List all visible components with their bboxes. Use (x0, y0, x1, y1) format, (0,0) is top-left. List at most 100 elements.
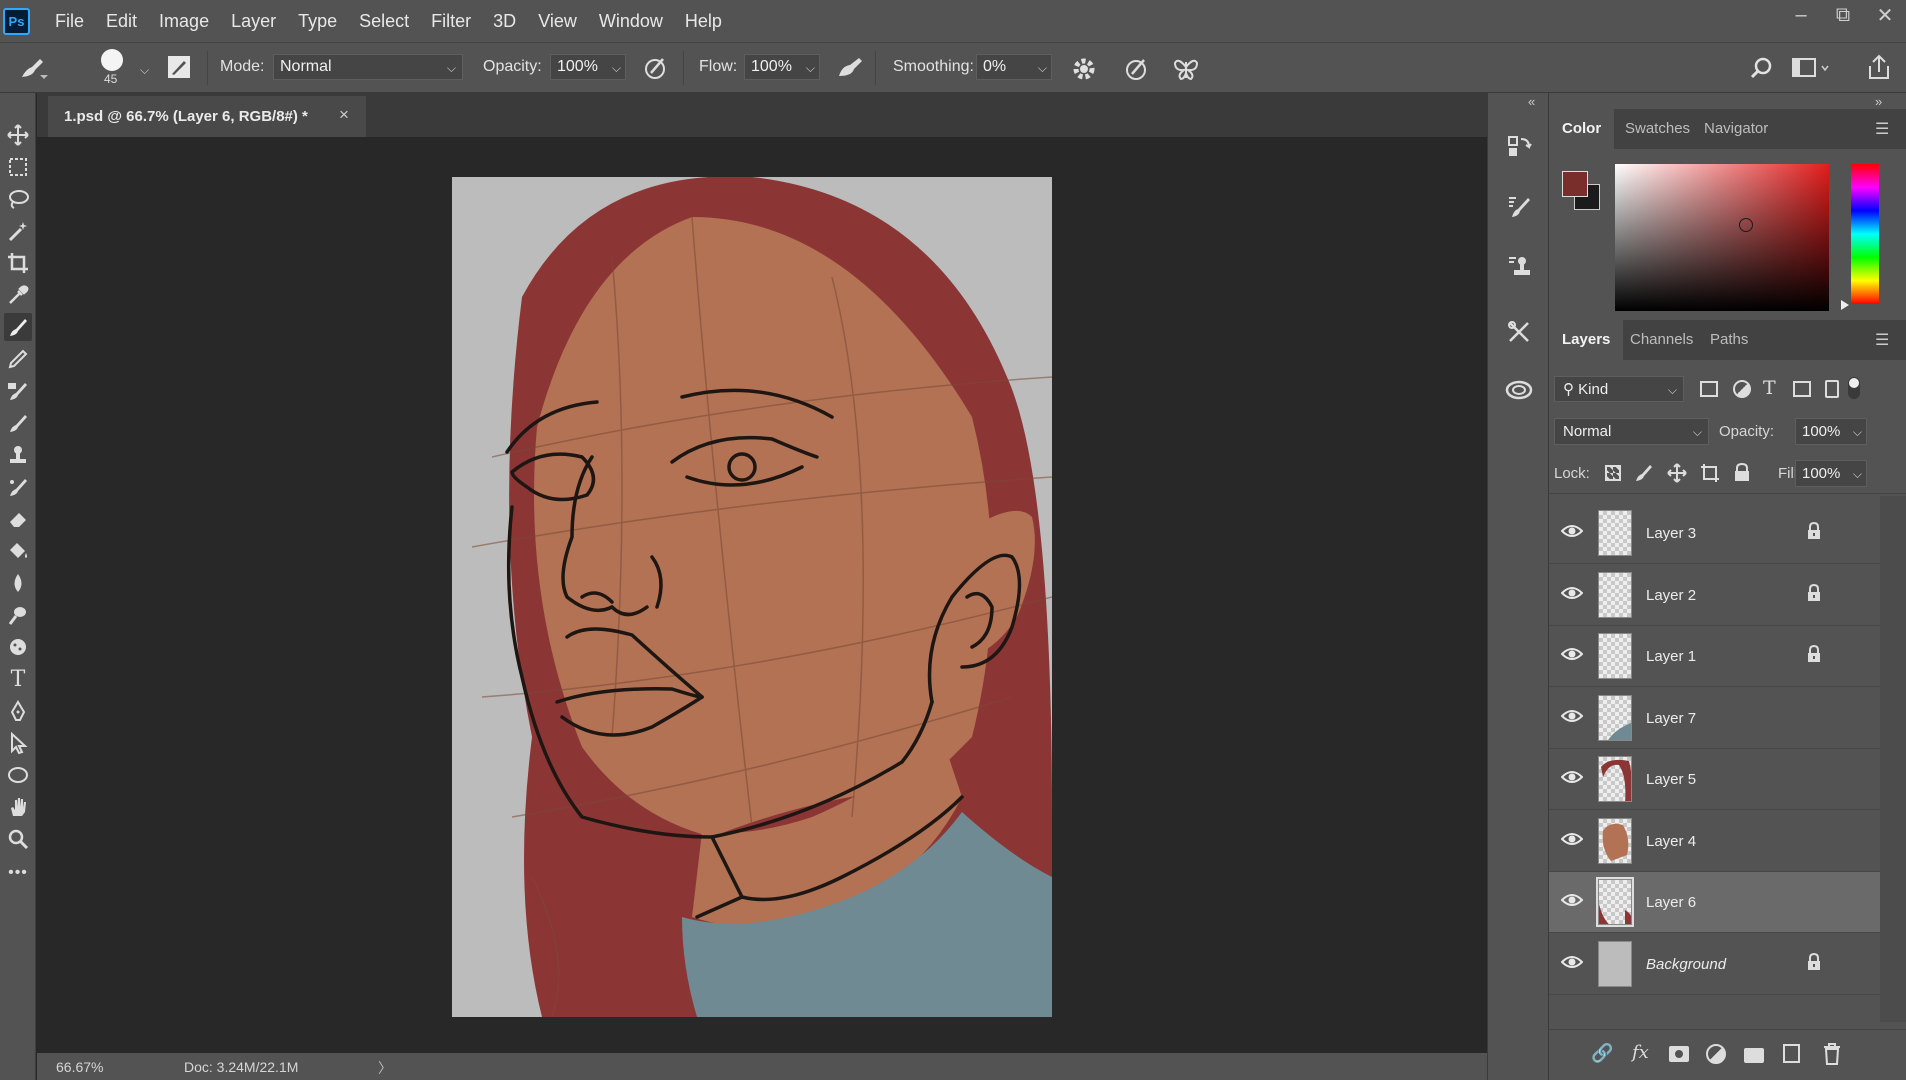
new-adjustment-layer-icon[interactable] (1706, 1044, 1726, 1064)
lock-icon[interactable] (1806, 521, 1822, 545)
history-panel-icon[interactable] (1502, 129, 1536, 163)
close-window-button[interactable]: ✕ (1864, 0, 1906, 30)
link-layers-icon[interactable]: 🔗 (1591, 1043, 1613, 1064)
hue-slider[interactable] (1851, 164, 1879, 304)
layer-row[interactable]: Layer 4 (1549, 811, 1880, 872)
flow-input[interactable]: 100% ⌵ (744, 54, 820, 80)
layer-name[interactable]: Layer 4 (1646, 833, 1696, 850)
filter-smart-object-icon[interactable] (1825, 380, 1839, 398)
menu-select[interactable]: Select (348, 0, 420, 42)
layer-thumbnail[interactable] (1598, 756, 1632, 802)
layer-name[interactable]: Layer 2 (1646, 587, 1696, 604)
move-tool-icon[interactable] (4, 121, 32, 149)
menu-help[interactable]: Help (674, 0, 733, 42)
eyedropper-tool-icon[interactable] (4, 281, 32, 309)
layer-opacity-input[interactable]: 100% ⌵ (1795, 418, 1867, 445)
brush-tool-preset-icon[interactable] (18, 55, 48, 86)
status-menu-arrow-icon[interactable]: 〉 (378, 1058, 392, 1078)
pressure-size-icon[interactable] (1124, 56, 1150, 87)
pen-tool-icon[interactable] (4, 697, 32, 725)
zoom-level[interactable]: 66.67% (56, 1059, 103, 1075)
brush-picker-chevron-icon[interactable]: ⌵ (140, 63, 149, 78)
layer-name[interactable]: Layer 1 (1646, 648, 1696, 665)
tool-presets-panel-icon[interactable] (1502, 315, 1536, 349)
layer-thumbnail[interactable] (1598, 817, 1632, 864)
smoothing-input[interactable]: 0% ⌵ (976, 54, 1052, 80)
tab-color[interactable]: Color (1549, 109, 1615, 149)
layer-thumbnail[interactable] (1598, 510, 1632, 556)
delete-layer-trash-icon[interactable] (1823, 1043, 1841, 1070)
brush-settings-toggle-icon[interactable] (168, 56, 190, 78)
eraser-tool-icon[interactable] (4, 505, 32, 533)
layer-row[interactable]: Layer 7 (1549, 688, 1880, 749)
collapse-panels-icon[interactable]: « (1528, 94, 1535, 109)
lock-pixels-icon[interactable] (1634, 463, 1654, 488)
lock-all-icon[interactable] (1733, 462, 1751, 487)
expand-panels-icon[interactable]: » (1875, 94, 1882, 109)
new-layer-icon[interactable] (1783, 1044, 1800, 1063)
visibility-eye-icon[interactable] (1560, 523, 1584, 544)
lock-icon[interactable] (1806, 644, 1822, 668)
menu-type[interactable]: Type (287, 0, 348, 42)
lock-position-icon[interactable] (1667, 463, 1687, 488)
lasso-tool-icon[interactable] (4, 185, 32, 213)
panel-menu-icon[interactable]: ☰ (1875, 119, 1889, 139)
hue-slider-handle-icon[interactable] (1841, 300, 1849, 310)
add-mask-icon[interactable] (1669, 1046, 1689, 1062)
visibility-eye-icon[interactable] (1560, 831, 1584, 852)
brush-settings-panel-icon[interactable] (1502, 189, 1536, 223)
path-selection-tool-icon[interactable] (4, 729, 32, 757)
layer-row[interactable]: Layer 5 (1549, 749, 1880, 810)
brush-tool-icon[interactable] (4, 313, 32, 341)
lock-artboard-icon[interactable] (1700, 463, 1720, 488)
visibility-eye-icon[interactable] (1560, 708, 1584, 729)
dodge-tool-icon[interactable] (4, 601, 32, 629)
airbrush-icon[interactable] (836, 56, 864, 85)
painting-canvas[interactable] (452, 177, 1052, 1017)
tab-channels[interactable]: Channels (1617, 320, 1706, 360)
layer-filter-select[interactable]: ⚲ Kind ⌵ (1554, 376, 1684, 402)
fill-input[interactable]: 100% ⌵ (1795, 460, 1867, 487)
menu-filter[interactable]: Filter (420, 0, 482, 42)
layer-name[interactable]: Layer 6 (1646, 894, 1696, 911)
menu-file[interactable]: File (44, 0, 95, 42)
libraries-panel-icon[interactable] (1502, 373, 1536, 407)
minimize-button[interactable]: – (1780, 0, 1822, 30)
visibility-eye-icon[interactable] (1560, 769, 1584, 790)
pencil-tool-icon[interactable] (4, 345, 32, 373)
layer-name[interactable]: Layer 7 (1646, 710, 1696, 727)
tab-navigator[interactable]: Navigator (1691, 109, 1781, 149)
layer-thumbnail[interactable] (1598, 571, 1632, 618)
menu-edit[interactable]: Edit (95, 0, 148, 42)
layer-name[interactable]: Layer 5 (1646, 771, 1696, 788)
history-brush-tool-icon[interactable] (4, 409, 32, 437)
menu-view[interactable]: View (527, 0, 588, 42)
menu-window[interactable]: Window (588, 0, 674, 42)
visibility-eye-icon[interactable] (1560, 892, 1584, 913)
filter-pixel-icon[interactable] (1700, 381, 1718, 397)
sponge-tool-icon[interactable] (4, 633, 32, 661)
layer-row[interactable]: Layer 3 (1549, 503, 1880, 564)
layer-thumbnail[interactable] (1598, 940, 1632, 987)
filter-type-icon[interactable]: T (1763, 377, 1776, 399)
layer-style-fx-icon[interactable]: fx (1632, 1042, 1649, 1063)
layer-thumbnail[interactable] (1598, 694, 1632, 741)
zoom-tool-icon[interactable] (4, 825, 32, 853)
mixer-brush-tool-icon[interactable] (4, 473, 32, 501)
layer-name[interactable]: Layer 3 (1646, 525, 1696, 542)
lock-transparent-icon[interactable] (1605, 465, 1621, 481)
ellipse-tool-icon[interactable] (4, 761, 32, 789)
paint-bucket-tool-icon[interactable] (4, 537, 32, 565)
tab-swatches[interactable]: Swatches (1612, 109, 1703, 149)
foreground-color-swatch[interactable] (1562, 171, 1588, 197)
tab-paths[interactable]: Paths (1697, 320, 1761, 360)
blend-mode-select[interactable]: Normal ⌵ (1554, 418, 1709, 445)
panel-menu-icon[interactable]: ☰ (1875, 330, 1889, 350)
layer-name[interactable]: Background (1646, 956, 1726, 973)
smoothing-options-gear-icon[interactable] (1071, 56, 1097, 87)
clone-brush-tool-icon[interactable] (4, 377, 32, 405)
layer-thumbnail[interactable] (1596, 877, 1634, 927)
clone-source-panel-icon[interactable] (1502, 249, 1536, 283)
stamp-tool-icon[interactable] (4, 441, 32, 469)
crop-tool-icon[interactable] (4, 249, 32, 277)
